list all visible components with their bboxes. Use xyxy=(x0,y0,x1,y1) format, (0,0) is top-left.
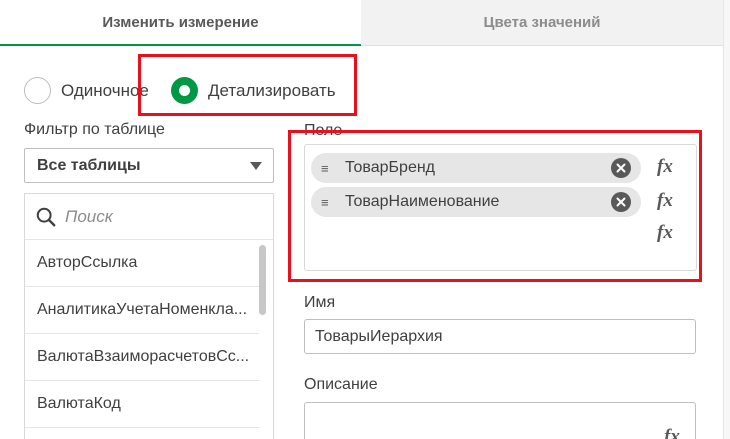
name-input[interactable]: ТоварыИерархия xyxy=(304,319,696,354)
panel-edge xyxy=(723,0,730,439)
field-chip-label: ТоварНаименование xyxy=(345,193,500,210)
tab-bar: Изменить измерение Цвета значений xyxy=(0,0,723,46)
radio-unchecked-icon xyxy=(24,77,51,104)
drag-handle-icon[interactable]: ≡ xyxy=(321,161,335,176)
list-item[interactable]: ВалютаВзаиморасчетовСс... xyxy=(25,334,259,381)
list-item[interactable]: ВалютаКод xyxy=(25,381,259,428)
search-input[interactable] xyxy=(65,206,255,227)
filter-label: Фильтр по таблице xyxy=(24,121,165,138)
caret-down-icon xyxy=(250,162,262,170)
tab-value-colors[interactable]: Цвета значений xyxy=(361,0,723,46)
search-bar xyxy=(25,194,273,240)
table-filter-select[interactable]: Все таблицы xyxy=(24,148,274,183)
description-input[interactable] xyxy=(304,402,696,439)
expression-icon[interactable]: fx xyxy=(657,190,673,212)
radio-drilldown-label: Детализировать xyxy=(208,80,336,100)
search-icon xyxy=(36,207,56,226)
expression-icon[interactable]: fx xyxy=(664,426,680,439)
list-scrollbar[interactable] xyxy=(259,245,266,315)
field-drop-zone[interactable]: ≡ ТоварБренд ≡ ТоварНаименование fx fx f… xyxy=(304,144,697,271)
name-label: Имя xyxy=(304,294,336,311)
radio-drilldown[interactable]: Детализировать xyxy=(171,77,336,104)
table-filter-value: Все таблицы xyxy=(37,156,141,174)
list-item[interactable]: АналитикаУчетаНоменкла... xyxy=(25,287,259,334)
drag-handle-icon[interactable]: ≡ xyxy=(321,195,335,210)
field-list: АвторСсылка АналитикаУчетаНоменкла... Ва… xyxy=(24,193,274,439)
field-chip[interactable]: ≡ ТоварНаименование xyxy=(311,187,641,217)
tab-edit-dimension[interactable]: Изменить измерение xyxy=(0,0,361,46)
remove-field-icon[interactable] xyxy=(611,158,631,178)
field-label: Поле xyxy=(304,122,343,139)
remove-field-icon[interactable] xyxy=(611,192,631,212)
list-item[interactable]: АвторСсылка xyxy=(25,240,259,287)
expression-icon[interactable]: fx xyxy=(657,156,673,178)
radio-single[interactable]: Одиночное xyxy=(24,77,149,104)
radio-checked-icon xyxy=(171,77,198,104)
radio-single-label: Одиночное xyxy=(61,80,149,100)
expression-icon[interactable]: fx xyxy=(657,222,673,244)
field-chip[interactable]: ≡ ТоварБренд xyxy=(311,153,641,183)
description-label: Описание xyxy=(304,376,378,393)
field-chip-label: ТоварБренд xyxy=(345,159,436,176)
